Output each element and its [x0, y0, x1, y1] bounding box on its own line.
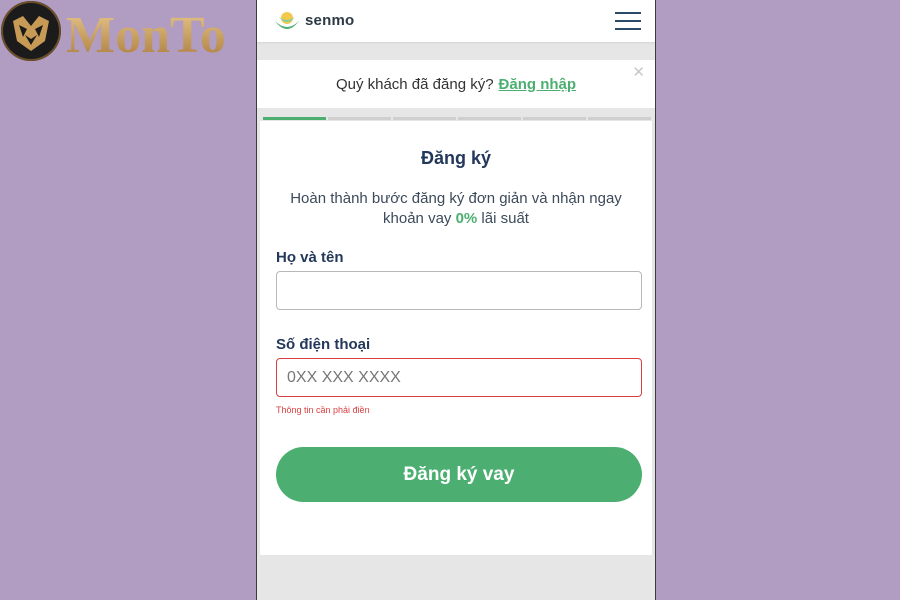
brand-name: senmo	[305, 11, 355, 29]
mobile-screen: senmo Quý khách đã đăng ký? Đăng nhập ✕ …	[256, 0, 656, 600]
progress-step	[393, 117, 456, 120]
svg-text:MonTop: MonTop	[66, 7, 226, 62]
top-navigation-bar: senmo	[257, 0, 655, 42]
owl-logo-icon	[1, 1, 61, 61]
full-name-label: Họ và tên	[276, 249, 344, 266]
lotus-logo-icon	[275, 12, 299, 29]
login-prompt-text: Quý khách đã đăng ký?	[335, 75, 494, 93]
interest-rate: 0%	[455, 210, 478, 227]
login-prompt-bar: Quý khách đã đăng ký? Đăng nhập	[257, 60, 655, 108]
progress-step	[588, 117, 651, 120]
hamburger-menu-icon[interactable]	[615, 10, 641, 32]
register-loan-button[interactable]: Đăng ký vay	[276, 447, 642, 502]
progress-step	[458, 117, 521, 120]
progress-step	[328, 117, 391, 120]
progress-steps	[263, 117, 651, 120]
close-icon[interactable]: ✕	[632, 63, 645, 81]
full-name-input[interactable]	[276, 271, 642, 310]
brand-logo[interactable]: senmo	[273, 8, 354, 32]
watermark-logo: MonTop	[0, 0, 230, 64]
form-title: Đăng ký	[420, 148, 492, 168]
subtitle-suffix: lãi suất	[477, 210, 529, 227]
phone-error-message: Thông tin cần phải điền	[276, 405, 370, 415]
register-form-card: Đăng ký Hoàn thành bước đăng ký đơn giản…	[260, 121, 652, 555]
watermark-wordmark: MonTop	[66, 7, 226, 62]
phone-label: Số điện thoại	[276, 336, 371, 353]
form-subtitle: Hoàn thành bước đăng ký đơn giản và nhận…	[276, 189, 636, 229]
login-link[interactable]: Đăng nhập	[499, 76, 577, 93]
phone-input[interactable]	[276, 358, 642, 397]
progress-step	[263, 117, 326, 120]
progress-step	[523, 117, 586, 120]
